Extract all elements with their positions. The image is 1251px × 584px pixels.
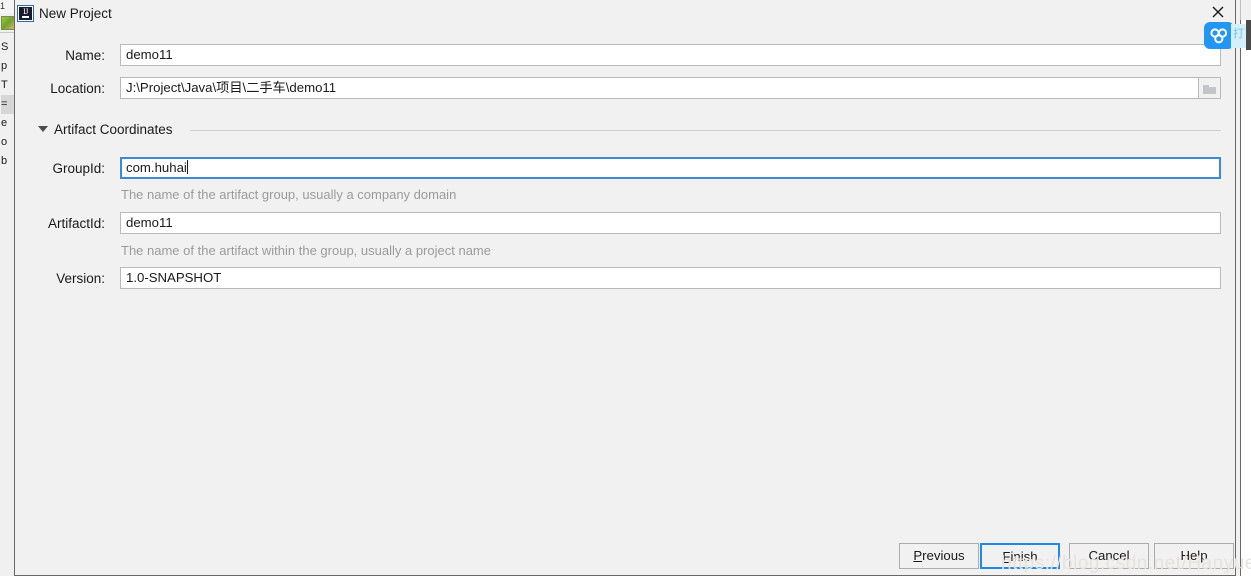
background-letter: b xyxy=(1,155,8,167)
dialog-right-edge xyxy=(1236,0,1241,576)
background-letter: T xyxy=(1,79,8,91)
previous-button-label: revious xyxy=(922,548,965,563)
artifact-coordinates-separator xyxy=(190,130,1221,131)
artifact-coordinates-collapse-icon[interactable] xyxy=(38,126,48,132)
background-letter: o xyxy=(1,136,8,148)
dialog-title: New Project xyxy=(39,6,112,21)
background-letter: p xyxy=(1,60,8,72)
close-button[interactable] xyxy=(1203,0,1233,24)
background-window-icon xyxy=(1,16,14,30)
version-label: Version: xyxy=(56,271,105,286)
watermark: https://blog.csdn.net/Hanyue xyxy=(1001,553,1251,574)
artifact-id-hint: The name of the artifact within the grou… xyxy=(121,243,491,258)
previous-button-mnemonic: P xyxy=(913,548,923,563)
background-letter: = xyxy=(1,95,14,114)
group-id-hint: The name of the artifact group, usually … xyxy=(121,187,457,202)
background-letter: e xyxy=(1,117,8,129)
group-id-label: GroupId: xyxy=(52,161,105,176)
baidu-netdisk-button[interactable] xyxy=(1204,22,1234,49)
background-window-divider xyxy=(0,32,14,33)
background-window-strip: 1 xyxy=(0,0,14,13)
folder-icon xyxy=(1203,85,1216,94)
name-input[interactable]: demo11 xyxy=(120,44,1221,66)
artifact-id-label: ArtifactId: xyxy=(47,216,105,231)
group-id-input[interactable]: com.huhai xyxy=(120,157,1221,179)
screen-bottom-strip xyxy=(0,576,1251,584)
baidu-netdisk-panel-text: 打 xyxy=(1233,27,1244,40)
background-letter: S xyxy=(1,41,9,53)
intellij-idea-icon: IJ xyxy=(17,5,34,22)
group-id-value: com.huhai xyxy=(126,160,187,175)
baidu-netdisk-panel-edge xyxy=(1246,20,1251,50)
close-icon xyxy=(1212,6,1224,18)
artifact-id-input[interactable]: demo11 xyxy=(120,212,1221,234)
dialog-titlebar: IJ New Project xyxy=(15,0,1235,27)
background-window-menu-letters: S p T = e o b xyxy=(0,38,14,171)
desktop-right-edge xyxy=(1240,0,1251,20)
location-browse-button[interactable] xyxy=(1199,77,1221,99)
text-caret xyxy=(186,160,188,174)
baidu-netdisk-cloud-icon xyxy=(1210,28,1228,44)
name-label: Name: xyxy=(65,48,105,63)
location-label: Location: xyxy=(50,81,105,96)
screenshot-root: 1 S p T = e o b IJ New Project Name: dem… xyxy=(0,0,1251,584)
previous-button[interactable]: Previous xyxy=(899,543,979,569)
artifact-coordinates-title: Artifact Coordinates xyxy=(54,122,173,137)
new-project-dialog: IJ New Project Name: demo11 Location: J:… xyxy=(14,0,1236,576)
location-input[interactable]: J:\Project\Java\项目\二手车\demo11 xyxy=(120,77,1199,99)
background-window: 1 S p T = e o b xyxy=(0,0,15,584)
version-input[interactable]: 1.0-SNAPSHOT xyxy=(120,267,1221,289)
